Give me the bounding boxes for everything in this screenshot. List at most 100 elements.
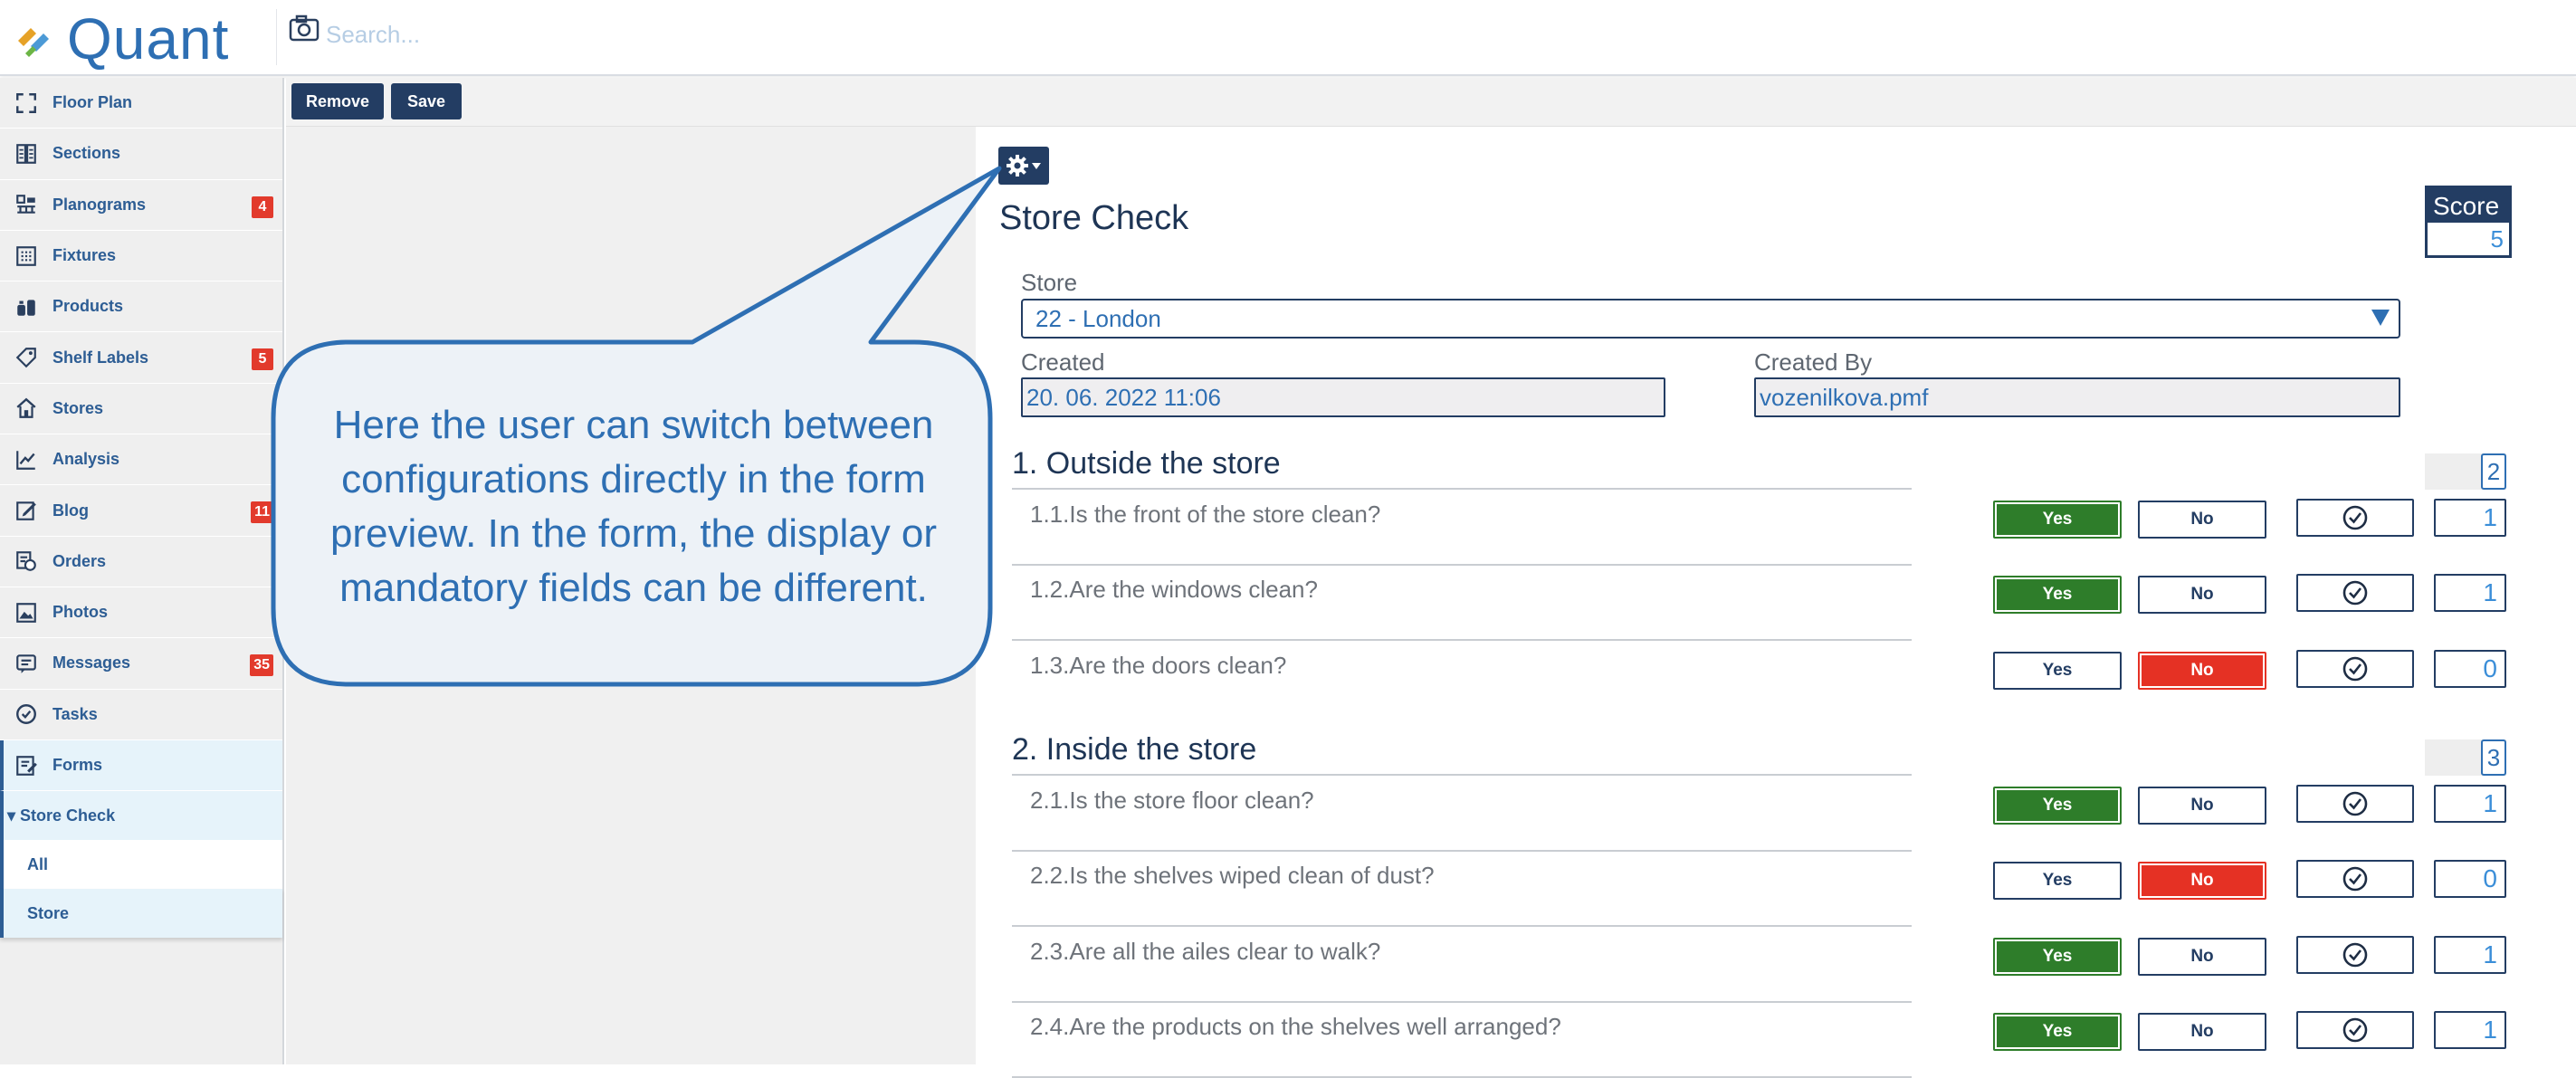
count-badge: 35 [250, 654, 273, 677]
section-title: 1. Outside the store [1012, 446, 1281, 481]
count-badge: 5 [252, 348, 273, 371]
count-badge: 11 [251, 501, 273, 524]
question-score-field[interactable]: 1 [2434, 574, 2506, 613]
check-circle-icon [2342, 656, 2368, 681]
score-value: 5 [2490, 225, 2504, 253]
app-logo[interactable]: Quant [13, 6, 229, 72]
sections-icon [13, 140, 40, 167]
quant-logo-icon [18, 28, 49, 57]
created-by-label: Created By [1754, 348, 1873, 376]
sidebar-item-planograms[interactable]: Planograms 4 [0, 180, 282, 231]
sidebar-subitem-all[interactable]: All [0, 840, 282, 890]
search-input[interactable] [326, 16, 1140, 52]
yes-button[interactable]: Yes [1993, 937, 2122, 976]
sidebar-item-label: Sections [52, 144, 121, 163]
question-score-field[interactable]: 1 [2434, 1010, 2506, 1049]
confirm-button[interactable] [2296, 860, 2414, 899]
check-circle-icon [2342, 942, 2368, 967]
sidebar-item-photos[interactable]: Photos [0, 587, 282, 639]
question-text: 2.1.Is the store floor clean? [1030, 786, 1314, 814]
sidebar-item-label: Tasks [52, 704, 98, 723]
planograms-icon [13, 191, 40, 218]
callout-text: Here the user can switch between configu… [329, 403, 938, 610]
toolbar: Remove Save [286, 78, 2576, 127]
section-score-value: 2 [2481, 453, 2506, 490]
sidebar-item-tasks[interactable]: Tasks [0, 690, 282, 740]
tasks-icon [13, 701, 40, 728]
yes-button[interactable]: Yes [1993, 501, 2122, 539]
no-button[interactable]: No [2138, 862, 2266, 901]
sidebar-item-fixtures[interactable]: Fixtures [0, 231, 282, 282]
yes-button[interactable]: Yes [1993, 576, 2122, 615]
question-score-field[interactable]: 0 [2434, 649, 2506, 688]
yes-button[interactable]: Yes [1993, 786, 2122, 825]
sidebar-nav: Floor Plan Sections Planograms 4 Fixtures Pro… [0, 78, 284, 1064]
check-circle-icon [2342, 866, 2368, 892]
sidebar-item-blog[interactable]: Blog 11 [0, 485, 282, 537]
question-score-field[interactable]: 1 [2434, 935, 2506, 974]
no-button[interactable]: No [2138, 501, 2266, 539]
save-button[interactable]: Save [391, 83, 462, 119]
no-button[interactable]: No [2138, 576, 2266, 615]
store-label: Store [1021, 269, 1078, 296]
sidebar-item-label: Planograms [52, 195, 147, 214]
check-circle-icon [2342, 580, 2368, 606]
section-divider [1012, 488, 1912, 490]
question-text: 2.4.Are the products on the shelves well… [1030, 1012, 1561, 1040]
sidebar-item-label: Forms [52, 756, 103, 774]
confirm-button[interactable] [2296, 499, 2414, 537]
orders-icon [13, 548, 40, 575]
score-label: Score [2428, 188, 2509, 223]
camera-search-icon[interactable] [288, 14, 320, 43]
no-button[interactable]: No [2138, 1012, 2266, 1051]
sidebar-item-orders[interactable]: Orders [0, 537, 282, 587]
sidebar-item-forms[interactable]: Forms [0, 739, 282, 792]
no-button[interactable]: No [2138, 937, 2266, 976]
check-circle-icon [2342, 1017, 2368, 1043]
sidebar-item-label: Stores [52, 398, 104, 417]
question-score-field[interactable]: 1 [2434, 499, 2506, 537]
section-title: 2. Inside the store [1012, 731, 1257, 767]
sidebar-group-store-check[interactable]: ▾ Store Check [0, 791, 282, 841]
yes-button[interactable]: Yes [1993, 862, 2122, 901]
dropdown-arrow-icon [2371, 310, 2390, 326]
sidebar-item-label: Analysis [52, 450, 120, 469]
count-badge: 4 [252, 196, 273, 218]
no-button[interactable]: No [2138, 651, 2266, 690]
sidebar-item-products[interactable]: Products [0, 281, 282, 333]
yes-button[interactable]: Yes [1993, 1012, 2122, 1051]
question-score-field[interactable]: 0 [2434, 860, 2506, 899]
no-button[interactable]: No [2138, 786, 2266, 825]
configuration-switch-button[interactable] [998, 147, 1049, 185]
question-divider [1012, 1000, 1912, 1003]
sidebar-subitem-store[interactable]: Store [0, 889, 282, 939]
confirm-button[interactable] [2296, 574, 2414, 613]
yes-button[interactable]: Yes [1993, 651, 2122, 690]
analysis-icon [13, 446, 40, 473]
confirm-button[interactable] [2296, 784, 2414, 823]
total-score-box: Score 5 [2425, 186, 2512, 258]
caret-down-icon [1032, 163, 1041, 169]
photo-icon [13, 599, 40, 626]
question-divider [1012, 925, 1912, 928]
confirm-button[interactable] [2296, 649, 2414, 688]
question-divider [1012, 849, 1912, 852]
question-score-field[interactable]: 1 [2434, 784, 2506, 823]
remove-button[interactable]: Remove [291, 83, 384, 119]
sidebar-item-shelf-labels[interactable]: Shelf Labels 5 [0, 332, 282, 384]
sidebar-item-analysis[interactable]: Analysis [0, 434, 282, 486]
sidebar-item-stores[interactable]: Stores [0, 384, 282, 435]
confirm-button[interactable] [2296, 1010, 2414, 1049]
question-text: 2.3.Are all the ailes clear to walk? [1030, 937, 1381, 965]
sidebar-item-label: Floor Plan [52, 93, 133, 112]
sidebar-item-sections[interactable]: Sections [0, 129, 282, 180]
confirm-button[interactable] [2296, 935, 2414, 974]
sidebar-item-floor-plan[interactable]: Floor Plan [0, 78, 282, 129]
created-label: Created [1021, 348, 1105, 376]
store-select[interactable]: 22 - London [1021, 299, 2400, 339]
question-divider [1012, 564, 1912, 566]
section-score-box: 2 [2425, 453, 2506, 490]
question-text: 1.1.Is the front of the store clean? [1030, 501, 1381, 528]
sidebar-item-messages[interactable]: Messages 35 [0, 638, 282, 690]
store-select-value: 22 - London [1035, 305, 1161, 332]
